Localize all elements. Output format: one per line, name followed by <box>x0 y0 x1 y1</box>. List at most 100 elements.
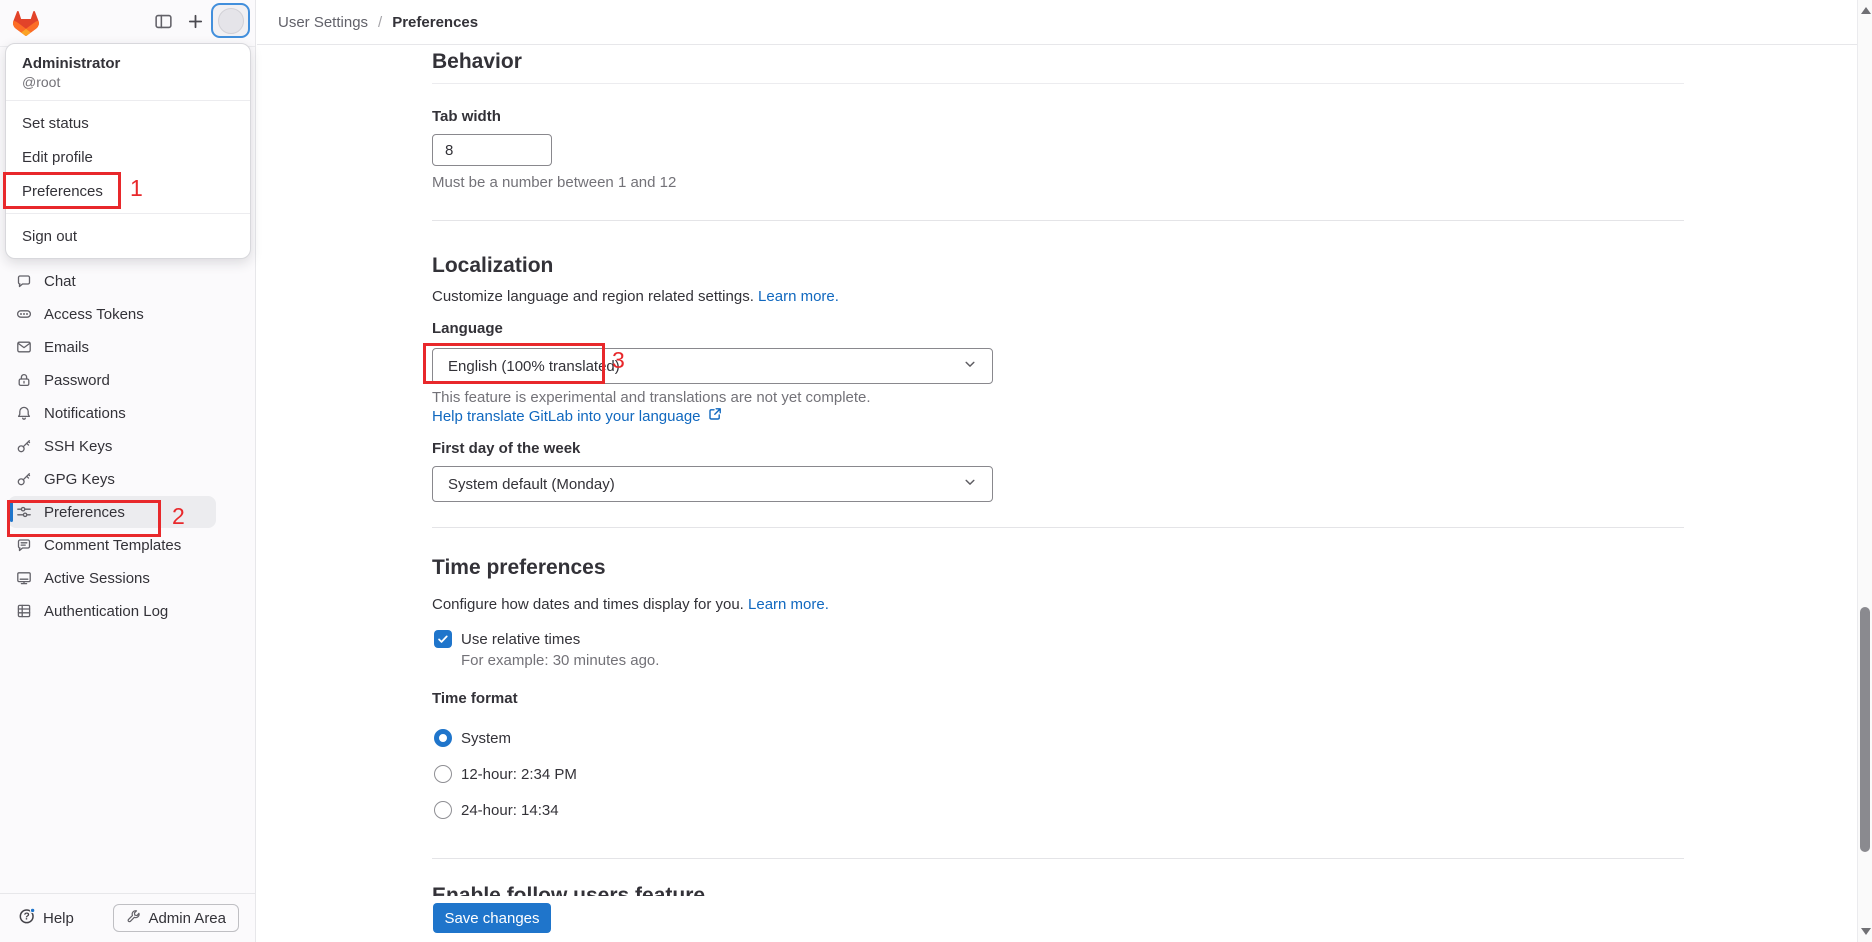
radio-24-hour-label: 24-hour: 14:34 <box>461 802 559 819</box>
key-icon <box>16 438 32 454</box>
menu-item-set-status[interactable]: Set status <box>6 106 250 140</box>
time-preferences-description-text: Configure how dates and times display fo… <box>432 596 744 613</box>
relative-times-checkbox[interactable] <box>434 630 452 648</box>
relative-times-row: Use relative times <box>434 630 580 648</box>
radio-24-hour[interactable] <box>434 801 452 819</box>
localization-description: Customize language and region related se… <box>432 288 839 305</box>
sidebar-item-label: SSH Keys <box>44 438 112 455</box>
localization-learn-more-link[interactable]: Learn more. <box>758 288 839 305</box>
sidebar-item-label: Notifications <box>44 405 126 422</box>
first-day-select-value: System default (Monday) <box>448 476 615 493</box>
external-link-icon <box>707 406 723 426</box>
sidebar-topbar <box>0 0 255 47</box>
chevron-down-icon <box>962 474 978 494</box>
sidebar-item-active-sessions[interactable]: Active Sessions <box>8 562 216 594</box>
sidebar-item-label: Authentication Log <box>44 603 168 620</box>
language-select[interactable]: English (100% translated) <box>432 348 993 384</box>
sidebar-item-access-tokens[interactable]: Access Tokens <box>8 298 216 330</box>
sidebar-item-label: GPG Keys <box>44 471 115 488</box>
breadcrumb-separator: / <box>378 14 382 31</box>
sidebar-item-chat[interactable]: Chat <box>8 265 216 297</box>
first-day-select[interactable]: System default (Monday) <box>432 466 993 502</box>
save-changes-button[interactable]: Save changes <box>433 903 551 933</box>
help-translate-link[interactable]: Help translate GitLab into your language <box>432 408 701 425</box>
token-icon <box>16 306 32 322</box>
localization-description-text: Customize language and region related se… <box>432 288 754 305</box>
radio-12-hour-label: 12-hour: 2:34 PM <box>461 766 577 783</box>
svg-text:?: ? <box>24 912 30 923</box>
section-divider <box>432 858 1684 859</box>
relative-times-label: Use relative times <box>461 631 580 648</box>
sidebar-item-label: Password <box>44 372 110 389</box>
gitlab-logo-icon[interactable] <box>13 11 39 36</box>
mail-icon <box>16 339 32 355</box>
time-preferences-section-title: Time preferences <box>432 556 606 580</box>
time-format-label: Time format <box>432 690 518 707</box>
sidebar-item-label: Active Sessions <box>44 570 150 587</box>
time-preferences-description: Configure how dates and times display fo… <box>432 596 829 613</box>
main-content: User Settings / Preferences Behavior Tab… <box>257 0 1857 942</box>
preferences-icon <box>16 504 32 520</box>
language-select-value: English (100% translated) <box>448 358 620 375</box>
first-day-label: First day of the week <box>432 440 580 457</box>
admin-area-label: Admin Area <box>148 910 226 927</box>
page-scrollbar <box>1857 0 1872 942</box>
radio-system[interactable] <box>434 729 452 747</box>
sidebar-toggle-button[interactable] <box>150 10 176 36</box>
wrench-icon <box>126 909 141 928</box>
scrollbar-up-arrow-icon[interactable] <box>1861 7 1871 14</box>
help-button[interactable]: ? Help <box>18 907 74 929</box>
help-translate-row: Help translate GitLab into your language <box>432 406 723 426</box>
sidebar-item-ssh-keys[interactable]: SSH Keys <box>8 430 216 462</box>
user-username: @root <box>22 73 234 91</box>
comment-lines-icon <box>16 537 32 553</box>
sidebar-item-password[interactable]: Password <box>8 364 216 396</box>
menu-item-edit-profile[interactable]: Edit profile <box>6 140 250 174</box>
tab-width-label: Tab width <box>432 108 501 125</box>
breadcrumb: User Settings / Preferences <box>257 0 1857 45</box>
sidebar-item-authentication-log[interactable]: Authentication Log <box>8 595 216 627</box>
help-label: Help <box>43 910 74 927</box>
menu-item-preferences[interactable]: Preferences <box>6 174 250 208</box>
radio-system-label: System <box>461 730 511 747</box>
sidebar-footer: ? Help Admin Area <box>0 893 255 942</box>
panel-left-icon <box>154 12 173 34</box>
sidebar-item-label: Access Tokens <box>44 306 144 323</box>
sidebar-item-label: Chat <box>44 273 76 290</box>
user-avatar-button[interactable] <box>211 3 250 38</box>
bell-icon <box>16 405 32 421</box>
sidebar-item-preferences[interactable]: Preferences <box>8 496 216 528</box>
tab-width-input[interactable] <box>432 134 552 166</box>
plus-icon <box>186 12 205 34</box>
time-format-option-system: System <box>434 729 511 747</box>
breadcrumb-user-settings-link[interactable]: User Settings <box>278 14 368 31</box>
save-bar: Save changes <box>257 896 1857 942</box>
time-format-option-12-hour: 12-hour: 2:34 PM <box>434 765 577 783</box>
sidebar-item-emails[interactable]: Emails <box>8 331 216 363</box>
radio-12-hour[interactable] <box>434 765 452 783</box>
sidebar-item-notifications[interactable]: Notifications <box>8 397 216 429</box>
localization-section-title: Localization <box>432 254 553 278</box>
admin-area-button[interactable]: Admin Area <box>113 904 239 932</box>
sidebar-item-comment-templates[interactable]: Comment Templates <box>8 529 216 561</box>
chat-icon <box>16 273 32 289</box>
time-preferences-learn-more-link[interactable]: Learn more. <box>748 596 829 613</box>
section-divider <box>432 527 1684 528</box>
sidebar-item-label: Comment Templates <box>44 537 181 554</box>
scrollbar-down-arrow-icon[interactable] <box>1861 928 1871 935</box>
sidebar-item-gpg-keys[interactable]: GPG Keys <box>8 463 216 495</box>
user-menu-signout-group: Sign out <box>6 213 250 258</box>
menu-item-sign-out[interactable]: Sign out <box>6 219 250 253</box>
new-item-button[interactable] <box>182 10 208 36</box>
user-full-name: Administrator <box>22 55 234 73</box>
language-label: Language <box>432 320 503 337</box>
scrollbar-thumb[interactable] <box>1860 607 1870 852</box>
monitor-icon <box>16 570 32 586</box>
time-format-option-24-hour: 24-hour: 14:34 <box>434 801 559 819</box>
sidebar-nav: Applications Chat Access Tokens Emails P… <box>0 231 224 628</box>
behavior-section-title: Behavior <box>432 50 1684 84</box>
tab-width-help: Must be a number between 1 and 12 <box>432 174 676 191</box>
sidebar-item-label: Preferences <box>44 504 125 521</box>
user-menu-group: Set status Edit profile Preferences <box>6 101 250 213</box>
language-help: This feature is experimental and transla… <box>432 389 871 406</box>
